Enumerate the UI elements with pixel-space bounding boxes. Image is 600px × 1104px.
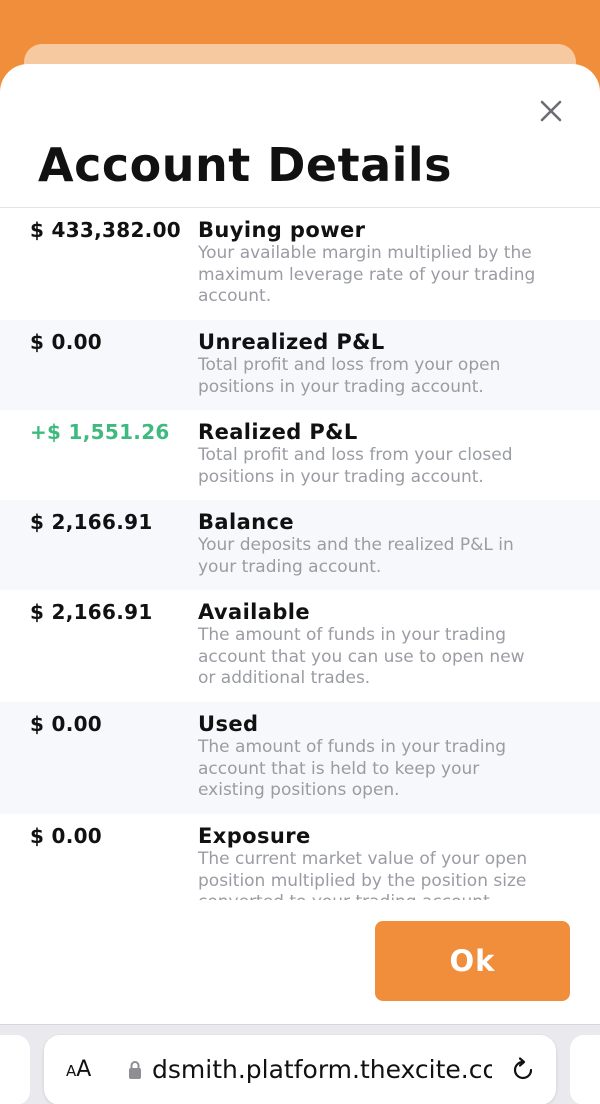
list-item: $ 433,382.00 Buying power Your available…: [0, 208, 600, 320]
close-button[interactable]: [538, 98, 564, 124]
item-label: Used: [198, 712, 259, 736]
reload-icon[interactable]: [509, 1056, 537, 1084]
page-title: Account Details: [38, 138, 453, 192]
item-label: Available: [198, 600, 311, 624]
ok-button[interactable]: Ok: [375, 921, 570, 1001]
item-description: The current market value of your open pos…: [198, 849, 528, 900]
address-bar[interactable]: AA dsmith.platform.thexcite.com: [44, 1035, 556, 1104]
item-label: Unrealized P&L: [198, 330, 385, 354]
item-description: The amount of funds in your trading accou…: [198, 737, 507, 800]
list-item: $ 0.00 Exposure The current market value…: [0, 814, 600, 900]
url-text: dsmith.platform.thexcite.com: [152, 1055, 492, 1084]
reader-options-button[interactable]: AA: [66, 1057, 91, 1082]
list-item: $ 0.00 Unrealized P&L Total profit and l…: [0, 320, 600, 410]
amount-value: $ 2,166.91: [30, 510, 153, 534]
amount-value: $ 0.00: [30, 330, 103, 354]
item-label: Balance: [198, 510, 294, 534]
amount-value: $ 2,166.91: [30, 600, 153, 624]
lock-icon: [129, 1061, 141, 1079]
list-item: $ 0.00 Used The amount of funds in your …: [0, 702, 600, 814]
item-description: Total profit and loss from your closed po…: [198, 445, 513, 487]
amount-value: +$ 1,551.26: [30, 420, 170, 444]
account-details-list: $ 433,382.00 Buying power Your available…: [0, 208, 600, 900]
list-item: $ 2,166.91 Balance Your deposits and the…: [0, 500, 600, 590]
item-description: Your deposits and the realized P&L in you…: [198, 535, 514, 577]
previous-tab[interactable]: [0, 1035, 30, 1104]
list-item: +$ 1,551.26 Realized P&L Total profit an…: [0, 410, 600, 500]
item-description: The amount of funds in your trading accou…: [198, 625, 525, 688]
browser-toolbar: AA dsmith.platform.thexcite.com: [0, 1024, 600, 1104]
amount-value: $ 0.00: [30, 712, 103, 736]
amount-value: $ 0.00: [30, 824, 103, 848]
next-tab[interactable]: [570, 1035, 600, 1104]
item-description: Your available margin multiplied by the m…: [198, 243, 536, 306]
item-label: Buying power: [198, 218, 366, 242]
item-description: Total profit and loss from your open posi…: [198, 355, 501, 397]
amount-value: $ 433,382.00: [30, 218, 182, 242]
item-label: Realized P&L: [198, 420, 358, 444]
close-icon: [540, 100, 562, 122]
account-details-sheet: Account Details $ 433,382.00 Buying powe…: [0, 64, 600, 1024]
item-label: Exposure: [198, 824, 311, 848]
list-item: $ 2,166.91 Available The amount of funds…: [0, 590, 600, 702]
